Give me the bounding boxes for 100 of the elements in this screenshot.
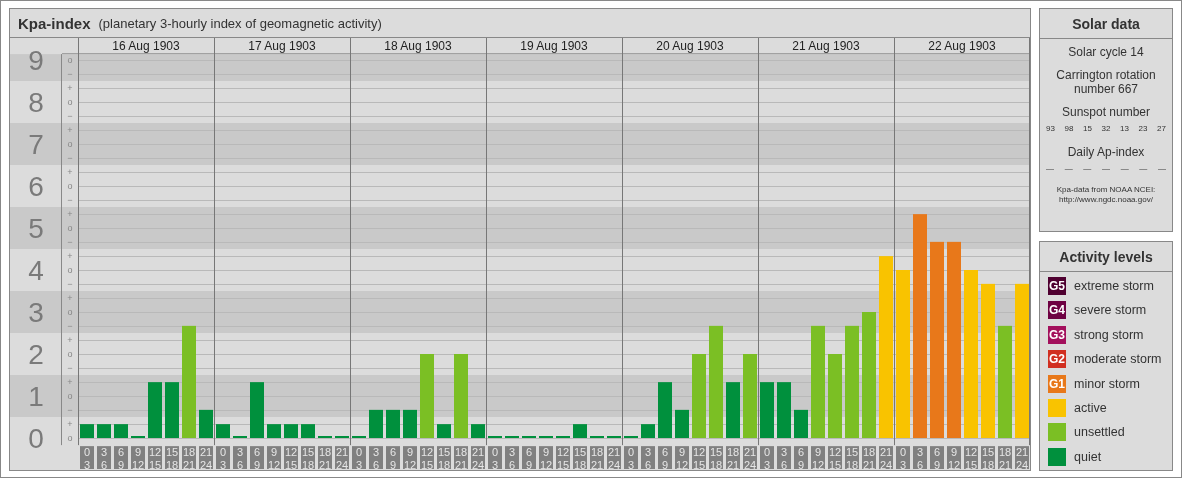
minor-mark: + (67, 419, 73, 429)
minor-mark: + (67, 293, 73, 303)
x-tick-label: 0 3 (896, 446, 910, 470)
ap-value: — (1083, 164, 1092, 173)
x-tick-label: 0 3 (488, 446, 502, 470)
x-tick-label: 18 21 (862, 446, 876, 470)
x-tick-label: 21 24 (471, 446, 485, 470)
legend-label: active (1074, 400, 1107, 415)
x-tick-label: 18 21 (590, 446, 604, 470)
minor-mark: − (67, 279, 73, 289)
y-tick-label: 2 (28, 339, 44, 370)
x-tick-label: 12 15 (692, 446, 706, 470)
x-tick-label: 21 24 (335, 446, 349, 470)
sunspot-value: 98 (1064, 124, 1074, 133)
minor-mark: + (67, 125, 73, 135)
ap-value: — (1046, 164, 1054, 173)
x-tick-label: 9 12 (811, 446, 825, 470)
x-tick-label: 12 15 (284, 446, 298, 470)
minor-mark: − (67, 237, 73, 247)
x-tick-label: 12 15 (420, 446, 434, 470)
storm-scale-badge: G5 (1048, 277, 1066, 295)
date-label: 20 Aug 1903 (656, 39, 724, 53)
source-text: Kpa-data from NOAA NCEI: (1055, 185, 1157, 195)
storm-scale-badge: G4 (1048, 301, 1066, 320)
carrington-rotation: Carrington rotation number 667 (1055, 68, 1157, 96)
sunspot-label: Sunspot number (1060, 105, 1152, 119)
sunspot-value: 32 (1101, 124, 1111, 133)
minor-mark: + (67, 377, 73, 387)
panel-title: Solar data (1040, 9, 1172, 39)
legend-label: severe storm (1074, 303, 1147, 318)
x-tick-label: 0 3 (760, 446, 774, 470)
y-tick-label: 9 (28, 45, 44, 76)
storm-scale-badge: G3 (1048, 325, 1066, 344)
x-tick-label: 0 3 (80, 446, 94, 470)
minor-mark: − (67, 69, 73, 79)
x-tick-label: 0 3 (624, 446, 638, 470)
x-tick-label: 12 15 (828, 446, 842, 470)
x-tick-label: 12 15 (556, 446, 570, 470)
x-tick-label: 0 3 (216, 446, 230, 470)
sunspot-value: 27 (1157, 124, 1166, 133)
y-tick-label: 3 (28, 297, 44, 328)
x-tick-label: 6 9 (386, 446, 400, 470)
y-tick-label: 4 (28, 255, 44, 286)
ap-index-label: Daily Ap-index (1066, 145, 1146, 159)
minor-mark: − (67, 195, 73, 205)
legend-label: quiet (1074, 449, 1102, 464)
x-tick-label: 15 18 (165, 446, 179, 470)
minor-mark: − (67, 111, 73, 121)
y-tick-label: 5 (28, 213, 44, 244)
x-tick-label: 12 15 (148, 446, 162, 470)
minor-mark: − (67, 321, 73, 331)
minor-mark: o (67, 97, 73, 107)
legend-label: moderate storm (1074, 352, 1162, 367)
x-tick-label: 3 6 (913, 446, 927, 470)
minor-mark: + (67, 251, 73, 261)
x-tick-label: 6 9 (658, 446, 672, 470)
x-tick-label: 15 18 (437, 446, 451, 470)
minor-mark: − (67, 405, 73, 415)
minor-mark: − (67, 363, 73, 373)
y-tick-label: 6 (28, 171, 44, 202)
x-tick-label: 21 24 (607, 446, 621, 470)
x-tick-label: 3 6 (641, 446, 655, 470)
date-label: 17 Aug 1903 (248, 39, 316, 53)
x-tick-label: 6 9 (250, 446, 264, 470)
minor-mark: o (67, 265, 73, 275)
legend-label: minor storm (1074, 376, 1140, 391)
x-tick-label: 3 6 (97, 446, 111, 470)
date-label: 19 Aug 1903 (520, 39, 588, 53)
sunspot-value: 93 (1046, 124, 1055, 133)
minor-mark: + (67, 209, 73, 219)
solar-cycle: Solar cycle 14 (1067, 45, 1145, 59)
x-tick-label: 3 6 (777, 446, 791, 470)
chart-subtitle: (planetary 3-hourly index of geomagnetic activity) (98, 15, 382, 31)
y-tick-label: 7 (28, 129, 44, 160)
x-tick-label: 9 12 (403, 446, 417, 470)
x-tick-label: 6 9 (794, 446, 808, 470)
x-tick-label: 9 12 (947, 446, 961, 470)
minor-mark: + (67, 83, 73, 93)
ap-value: — (1139, 164, 1148, 173)
x-tick-label: 18 21 (454, 446, 468, 470)
x-tick-label: 3 6 (233, 446, 247, 470)
minor-mark: + (67, 167, 73, 177)
minor-mark: o (67, 181, 73, 191)
x-tick-label: 9 12 (675, 446, 689, 470)
ap-value: — (1157, 164, 1166, 173)
sunspot-value: 23 (1138, 124, 1148, 133)
sunspot-value: 15 (1083, 124, 1092, 133)
legend-label: strong storm (1074, 327, 1144, 342)
date-label: 16 Aug 1903 (112, 39, 180, 53)
legend-label: unsettled (1074, 425, 1125, 440)
x-tick-label: 21 24 (1015, 446, 1029, 470)
x-tick-label: 6 9 (930, 446, 944, 470)
x-tick-label: 3 6 (505, 446, 519, 470)
minor-mark: + (67, 335, 73, 345)
y-tick-label: 1 (28, 381, 44, 412)
date-label: 21 Aug 1903 (792, 39, 860, 53)
x-tick-label: 21 24 (199, 446, 213, 470)
date-label: 18 Aug 1903 (384, 39, 452, 53)
x-tick-label: 0 3 (352, 446, 366, 470)
x-tick-label: 12 15 (964, 446, 978, 470)
